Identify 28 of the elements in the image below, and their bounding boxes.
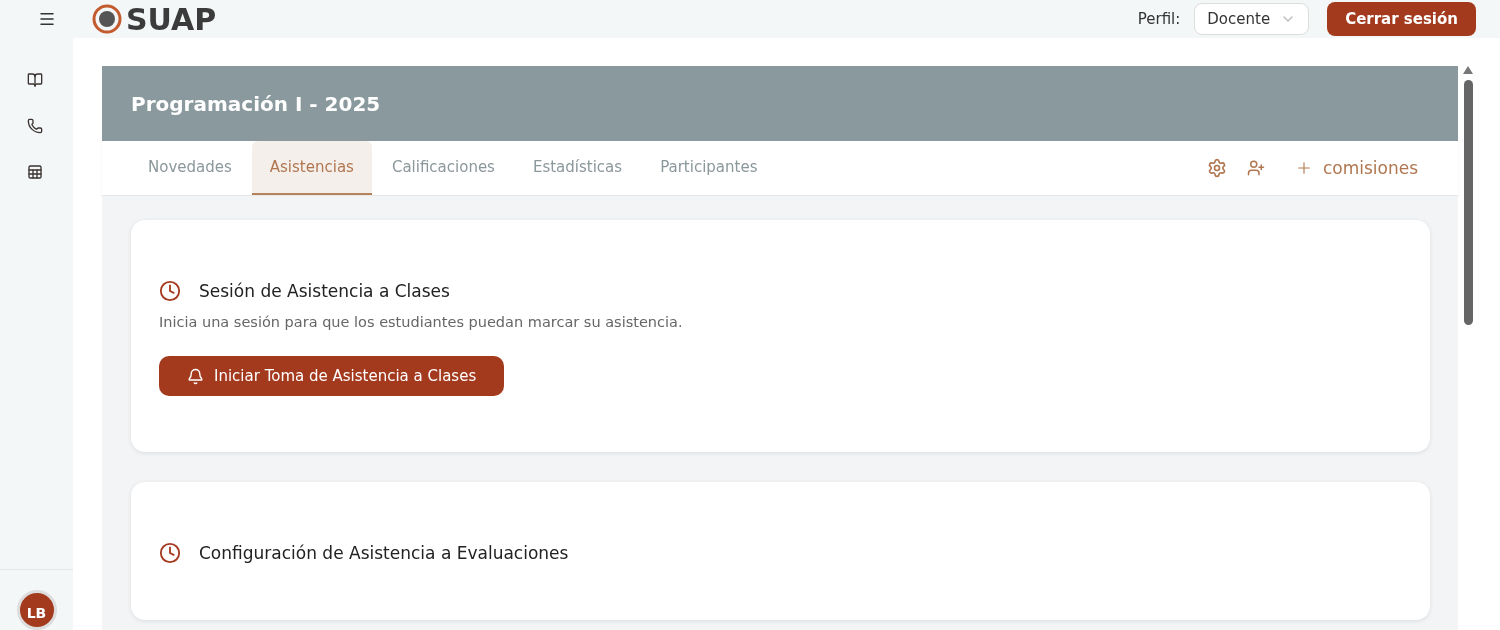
phone-icon[interactable] [26, 118, 43, 134]
start-attendance-button[interactable]: Iniciar Toma de Asistencia a Clases [159, 356, 505, 396]
tab[interactable]: Participantes [642, 141, 776, 195]
user-avatar[interactable]: LB [16, 590, 57, 630]
add-comisiones-button[interactable]: comisiones [1284, 158, 1418, 178]
tab[interactable]: Asistencias [251, 141, 372, 195]
add-user-icon[interactable] [1246, 159, 1265, 177]
tab[interactable]: Novedades [130, 141, 250, 195]
logout-button[interactable]: Cerrar sesión [1327, 2, 1476, 36]
logo-text: SUAP [126, 1, 217, 37]
card-title: Configuración de Asistencia a Evaluaciones [199, 543, 569, 563]
menu-icon[interactable] [38, 10, 56, 28]
scroll-up-icon[interactable] [1463, 66, 1473, 74]
course-title: Programación I - 2025 [131, 91, 381, 116]
clock-icon [159, 542, 181, 564]
tab[interactable]: Estadísticas [514, 141, 641, 195]
clock-icon [159, 280, 181, 302]
settings-icon[interactable] [1206, 158, 1227, 178]
bell-icon [187, 367, 204, 385]
scrollbar-thumb[interactable] [1463, 80, 1473, 325]
profile-label: Perfil: [1137, 10, 1181, 28]
card-title: Sesión de Asistencia a Clases [199, 281, 450, 301]
book-icon[interactable] [26, 72, 43, 88]
profile-select[interactable]: Docente [1194, 3, 1310, 35]
tab[interactable]: Calificaciones [373, 141, 513, 195]
logo-emblem-icon [92, 4, 122, 34]
sheet-icon[interactable] [26, 164, 43, 180]
card-description: Inicia una sesión para que los estudiantes puedan marcar su asistencia. [159, 314, 684, 330]
